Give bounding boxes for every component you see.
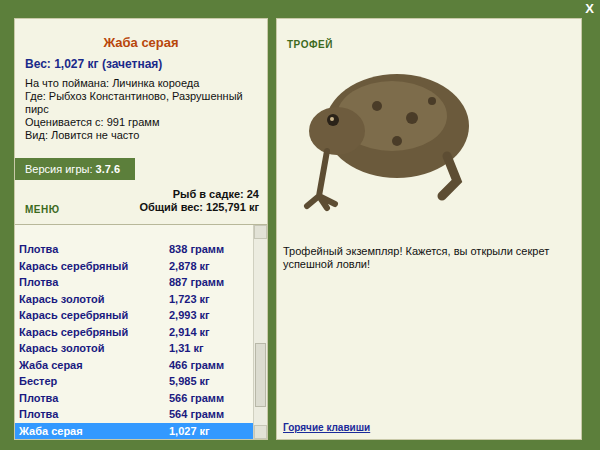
scroll-space (254, 239, 267, 343)
fish-weight-cell: 566 грамм (169, 390, 224, 407)
catch-row[interactable]: Карась серебряный2,878 кг (15, 258, 253, 275)
fish-weight-cell: 887 грамм (169, 274, 224, 291)
trophy-message: Трофейный экземпляр! Кажется, вы открыли… (277, 221, 581, 271)
scroll-up-arrow[interactable] (254, 225, 267, 239)
hotkeys-link[interactable]: Горячие клавиши (277, 420, 581, 439)
fish-name: Карась серебряный (19, 307, 169, 324)
fish-name: Жаба серая (19, 423, 169, 440)
close-button[interactable]: X (585, 2, 594, 16)
fish-weight: Вес: 1,027 кг (зачетная) (15, 53, 267, 77)
fish-detail: Вид: Ловится не часто (15, 129, 267, 142)
catch-row[interactable]: Бестер5,985 кг (15, 373, 253, 390)
trophy-window: XЖаба сераяВес: 1,027 кг (зачетная)На чт… (0, 0, 600, 450)
spacer (277, 271, 581, 420)
catch-row[interactable]: Плотва566 грамм (15, 390, 253, 407)
cage-count: Рыб в садке: 24 (139, 188, 259, 201)
trophy-panel: ТРОФЕЙ Трофейный экземпляр! Кажется, вы о… (276, 18, 582, 440)
scroll-thumb[interactable] (255, 343, 266, 407)
version-value: 3.7.6 (96, 163, 120, 175)
version-bar: Версия игры: 3.7.6 (15, 158, 135, 181)
fish-weight-cell: 5,985 кг (169, 373, 210, 390)
fish-name: Бестер (19, 373, 169, 390)
catch-row[interactable]: Плотва564 грамм (15, 406, 253, 423)
catch-row[interactable]: Карась золотой1,723 кг (15, 291, 253, 308)
catch-rows: Плотва838 граммКарась серебряный2,878 кг… (15, 225, 253, 439)
fish-weight-cell: 466 грамм (169, 357, 224, 374)
fish-name: Карась золотой (19, 340, 169, 357)
menu-button[interactable]: МЕНЮ (25, 202, 60, 217)
fish-weight-cell: 1,723 кг (169, 291, 210, 308)
catch-row[interactable]: Карась серебряный2,914 кг (15, 324, 253, 341)
fish-name: Плотва (19, 390, 169, 407)
catch-row[interactable]: Плотва887 грамм (15, 274, 253, 291)
menu-row: МЕНЮ Рыб в садке: 24Общий вес: 125,791 кг (15, 180, 267, 224)
catch-row[interactable]: Карась золотой1,31 кг (15, 340, 253, 357)
fish-name: Карась золотой (19, 291, 169, 308)
cage-summary: Рыб в садке: 24Общий вес: 125,791 кг (139, 188, 259, 214)
catch-list: Плотва838 граммКарась серебряный2,878 кг… (15, 224, 267, 439)
version-label: Версия игры: (25, 163, 92, 175)
fish-weight-cell: 2,993 кг (169, 307, 210, 324)
trophy-label: ТРОФЕЙ (277, 19, 581, 52)
catch-row[interactable]: Жаба серая1,027 кг (15, 423, 253, 440)
scroll-down-arrow[interactable] (254, 425, 267, 439)
fish-detail: На что поймана: Личинка короеда (15, 77, 267, 90)
scroll-track[interactable] (254, 239, 267, 425)
fish-weight-cell: 1,027 кг (169, 423, 210, 440)
fish-name: Плотва (19, 241, 169, 258)
fish-weight-cell: 2,878 кг (169, 258, 210, 275)
toad-icon (297, 46, 477, 221)
fish-name: Плотва (19, 274, 169, 291)
fish-detail: Где: Рыбхоз Константиново, Разрушенный п… (15, 90, 267, 116)
fish-name: Жаба серая (19, 357, 169, 374)
fish-name: Карась серебряный (19, 258, 169, 275)
catch-row[interactable]: Карась серебряный2,993 кг (15, 307, 253, 324)
toad-photo (297, 46, 477, 221)
fish-name: Карась серебряный (19, 324, 169, 341)
fish-title: Жаба серая (15, 19, 267, 53)
fish-weight-cell: 2,914 кг (169, 324, 210, 341)
catch-row[interactable]: Плотва838 грамм (15, 241, 253, 258)
scrollbar[interactable] (253, 225, 267, 439)
catch-row[interactable]: Жаба серая466 грамм (15, 357, 253, 374)
fish-weight-cell: 838 грамм (169, 241, 224, 258)
fish-weight-cell: 1,31 кг (169, 340, 204, 357)
fish-panel: Жаба сераяВес: 1,027 кг (зачетная)На что… (14, 18, 268, 440)
fish-name: Плотва (19, 406, 169, 423)
cage-total: Общий вес: 125,791 кг (139, 201, 259, 214)
scroll-space (254, 407, 267, 425)
fish-detail: Оценивается с: 991 грамм (15, 116, 267, 129)
fish-weight-cell: 564 грамм (169, 406, 224, 423)
